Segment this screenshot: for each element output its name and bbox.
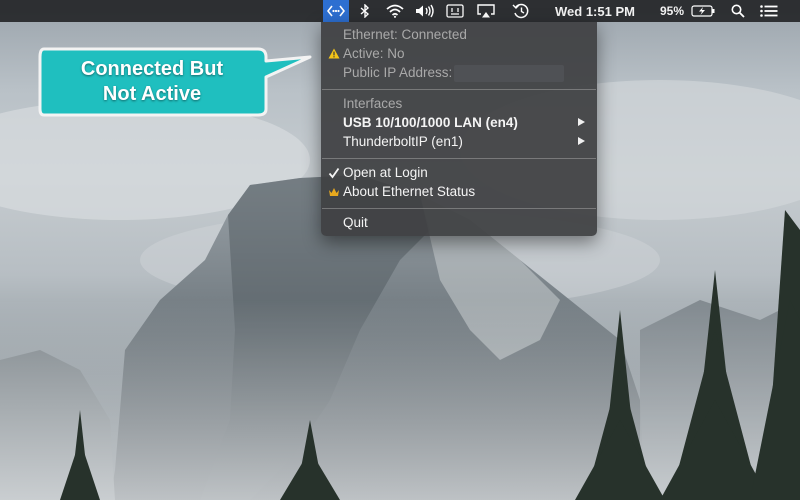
callout-text: Connected But Not Active xyxy=(42,53,262,111)
crown-icon xyxy=(327,182,341,201)
time-machine-icon[interactable] xyxy=(510,0,532,22)
ethernet-status-menu: Ethernet: Connected Active: No Public IP… xyxy=(321,22,597,236)
menu-item-open-at-login-label: Open at Login xyxy=(343,165,428,180)
callout-line-1: Connected But xyxy=(80,58,224,80)
menu-separator xyxy=(322,89,596,90)
menu-separator xyxy=(322,158,596,159)
spotlight-search-icon[interactable] xyxy=(728,0,748,22)
menu-bar: Wed 1:51 PM 95% xyxy=(0,0,800,22)
menu-item-about-label: About Ethernet Status xyxy=(343,184,476,199)
menu-status-connected: Ethernet: Connected xyxy=(343,27,467,42)
wifi-icon[interactable] xyxy=(384,0,406,22)
battery-charging-icon[interactable] xyxy=(690,0,716,22)
menu-interfaces-header: Interfaces xyxy=(343,96,403,111)
menu-public-ip: Public IP Address: xyxy=(321,63,597,82)
submenu-arrow-icon xyxy=(578,137,585,145)
menu-status-active: Active: No xyxy=(321,44,597,63)
menu-item-interface-en1[interactable]: ThunderboltIP (en1) xyxy=(321,132,597,151)
menu-item-interface-en4-label: USB 10/100/1000 LAN (en4) xyxy=(343,115,518,130)
menu-item-quit[interactable]: Quit xyxy=(321,213,597,232)
callout-line-2: Not Active xyxy=(102,83,202,105)
menu-public-ip-label: Public IP Address: xyxy=(343,65,453,80)
notification-center-icon[interactable] xyxy=(758,0,780,22)
bluetooth-icon[interactable] xyxy=(356,0,374,22)
annotation-callout: Connected But Not Active xyxy=(38,47,320,117)
menu-separator xyxy=(322,208,596,209)
menubar-clock[interactable]: Wed 1:51 PM xyxy=(555,0,641,22)
menu-item-interface-en4[interactable]: USB 10/100/1000 LAN (en4) xyxy=(321,113,597,132)
menu-item-open-at-login[interactable]: Open at Login xyxy=(321,163,597,182)
checkmark-icon xyxy=(327,163,341,182)
menu-item-interface-en1-label: ThunderboltIP (en1) xyxy=(343,134,463,149)
airplay-icon[interactable] xyxy=(475,0,497,22)
menu-item-about[interactable]: About Ethernet Status xyxy=(321,182,597,201)
volume-icon[interactable] xyxy=(413,0,437,22)
battery-percent[interactable]: 95% xyxy=(657,0,687,22)
redacted-ip-value xyxy=(454,64,565,82)
ethernet-status-icon[interactable] xyxy=(323,0,349,22)
submenu-arrow-icon xyxy=(578,118,585,126)
keyboard-input-icon[interactable] xyxy=(444,0,466,22)
menu-status-active-label: Active: No xyxy=(343,46,405,61)
warning-icon xyxy=(327,44,341,63)
